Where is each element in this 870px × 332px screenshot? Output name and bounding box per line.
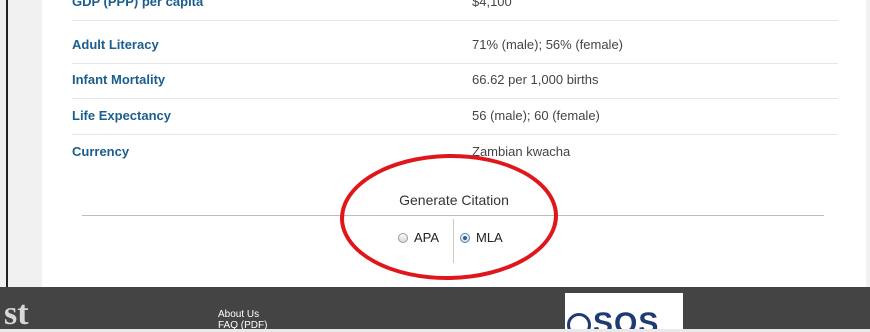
logo-text: SOS: [593, 307, 660, 329]
footer-brand-fragment: st: [4, 295, 29, 332]
fact-row: GDP (PPP) per capita $4,100: [72, 0, 838, 21]
fact-label: Life Expectancy: [72, 108, 171, 123]
seal-icon: [567, 313, 591, 329]
sos-logo[interactable]: SOS: [565, 293, 683, 329]
fact-row: Infant Mortality 66.62 per 1,000 births: [72, 64, 838, 99]
fact-label: Infant Mortality: [72, 72, 166, 87]
fact-label: Currency: [72, 144, 130, 159]
fact-value: 56 (male); 60 (female): [472, 108, 600, 123]
frame-edge-left: [6, 0, 8, 287]
footer-link-faq[interactable]: FAQ (PDF): [218, 320, 267, 331]
fact-value: 66.62 per 1,000 births: [472, 72, 599, 87]
footer-link-about[interactable]: About Us: [218, 309, 267, 320]
footer-links: About Us FAQ (PDF): [218, 309, 267, 331]
fact-row: Adult Literacy 71% (male); 56% (female): [72, 29, 838, 64]
fact-label: GDP (PPP) per capita: [72, 0, 204, 9]
fact-label: Adult Literacy: [72, 37, 159, 52]
fact-value: $4,100: [472, 0, 512, 9]
site-footer: st About Us FAQ (PDF) SOS: [0, 287, 870, 332]
fact-value: 71% (male); 56% (female): [472, 37, 623, 52]
fact-row: Life Expectancy 56 (male); 60 (female): [72, 100, 838, 135]
